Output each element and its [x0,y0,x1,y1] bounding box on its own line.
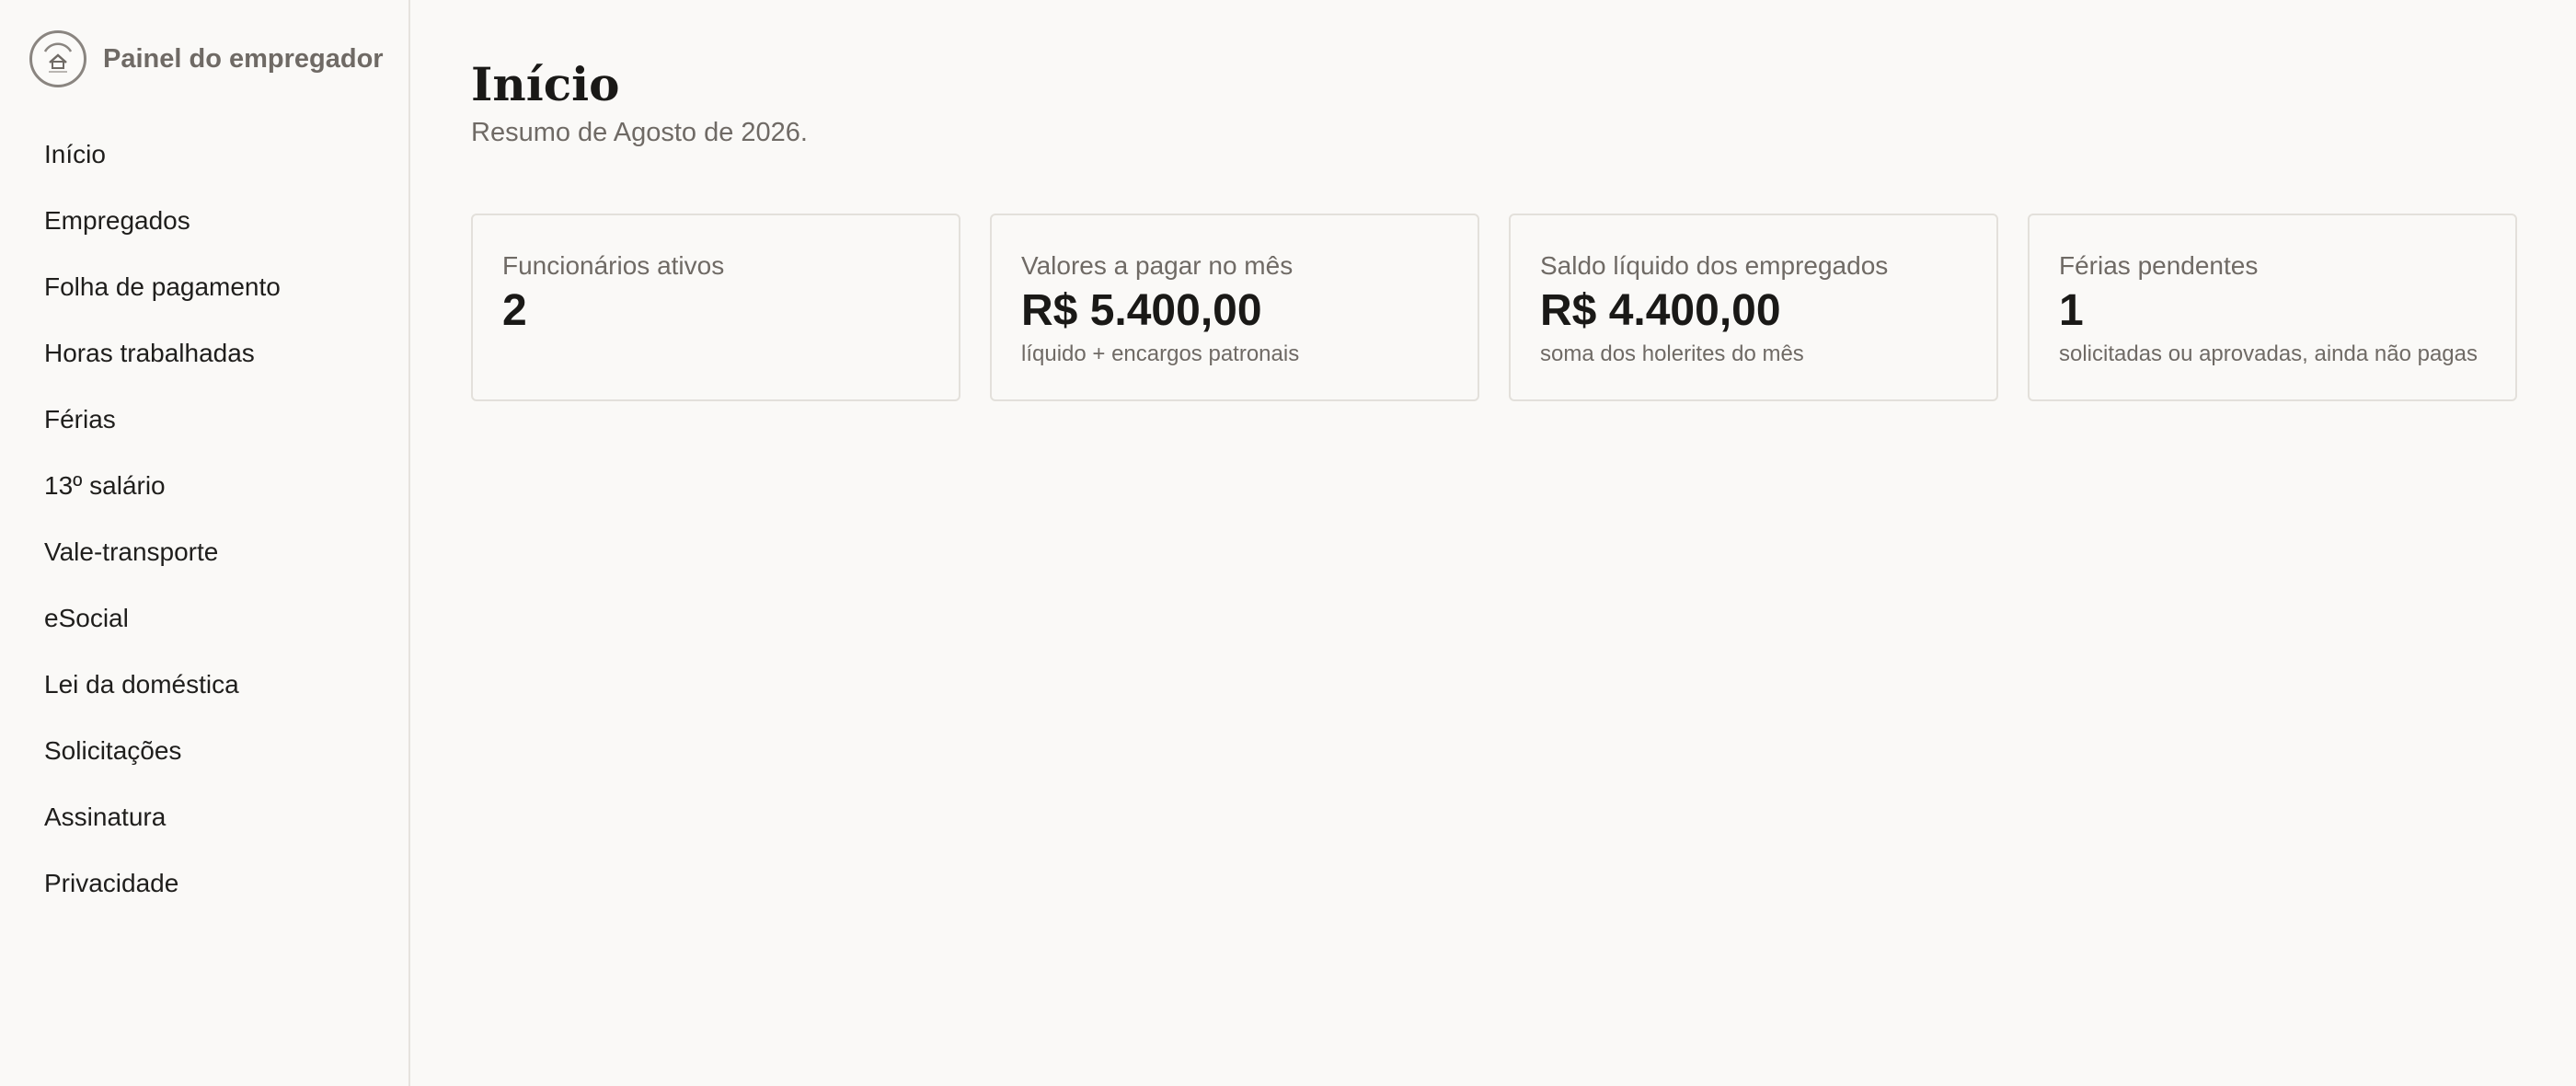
page-subtitle: Resumo de Agosto de 2026. [471,118,808,147]
sidebar-item-assinatura[interactable]: Assinatura [0,784,408,850]
page-title: Início [471,57,620,111]
sidebar-item-lei-da-domestica[interactable]: Lei da doméstica [0,652,408,718]
sidebar-item-inicio[interactable]: Início [0,121,408,188]
sidebar-item-privacidade[interactable]: Privacidade [0,850,408,917]
card-value: R$ 5.400,00 [1021,285,1262,335]
card-funcionarios-ativos: Funcionários ativos 2 [471,214,960,401]
card-note: líquido + encargos patronais [1021,341,1300,366]
sidebar-item-13-salario[interactable]: 13º salário [0,453,408,519]
card-value: R$ 4.400,00 [1540,285,1781,335]
sidebar-item-solicitacoes[interactable]: Solicitações [0,718,408,784]
card-label: Férias pendentes [2059,251,2259,280]
card-label: Funcionários ativos [502,251,725,280]
sidebar-item-folha-de-pagamento[interactable]: Folha de pagamento [0,254,408,320]
app-window: Painel do empregador Início Empregados F… [0,0,2576,1086]
card-ferias-pendentes: Férias pendentes 1 solicitadas ou aprova… [2028,214,2517,401]
card-label: Saldo líquido dos empregados [1540,251,1889,280]
brand-title: Painel do empregador [103,43,384,74]
card-saldo-liquido: Saldo líquido dos empregados R$ 4.400,00… [1509,214,1998,401]
house-logo-icon [29,30,86,87]
summary-cards: Funcionários ativos 2 Valores a pagar no… [471,214,2517,401]
card-valores-a-pagar: Valores a pagar no mês R$ 5.400,00 líqui… [990,214,1479,401]
sidebar-nav: Início Empregados Folha de pagamento Hor… [0,121,408,917]
card-note: soma dos holerites do mês [1540,341,1804,366]
card-value: 2 [502,285,527,335]
sidebar-item-ferias[interactable]: Férias [0,387,408,453]
card-label: Valores a pagar no mês [1021,251,1294,280]
sidebar-item-horas-trabalhadas[interactable]: Horas trabalhadas [0,320,408,387]
sidebar-item-empregados[interactable]: Empregados [0,188,408,254]
brand[interactable]: Painel do empregador [29,29,384,88]
card-note: solicitadas ou aprovadas, ainda não paga… [2059,341,2478,366]
sidebar: Painel do empregador Início Empregados F… [0,0,410,1086]
card-value: 1 [2059,285,2084,335]
sidebar-item-vale-transporte[interactable]: Vale-transporte [0,519,408,585]
sidebar-item-esocial[interactable]: eSocial [0,585,408,652]
